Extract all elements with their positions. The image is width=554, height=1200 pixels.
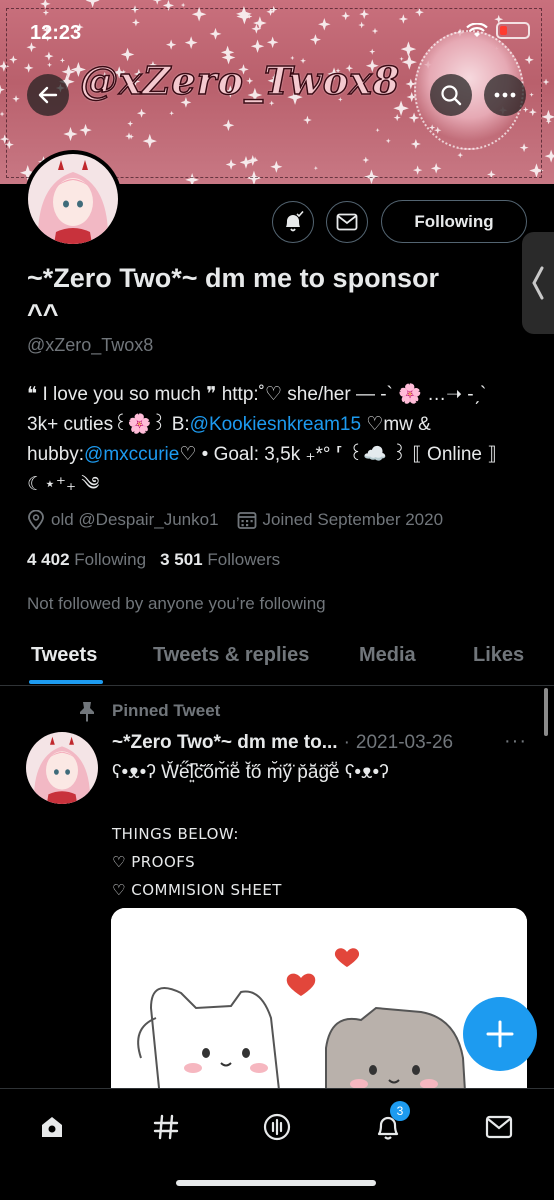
tweet-text: ʕ•ᴥ•ʔ W̆̈e̋͂l͍͆c̈̆őm̆̈ě̈ t̆̈ő m̆̈y̋̈ p̆ă… [112, 762, 389, 783]
tweet-author[interactable]: ~*Zero Two*~ dm me to... [112, 732, 338, 754]
tweet-list: THINGS BELOW: ♡ PROOFS ♡ COMMISION SHEET [112, 820, 282, 904]
bio-mention-link[interactable]: @Kookiesnkream15 [190, 414, 361, 435]
following-button[interactable]: Following [381, 200, 527, 243]
location-text: old @Despair_Junko1 [51, 510, 219, 529]
avatar-image [28, 154, 118, 244]
more-dots-icon [494, 92, 516, 98]
tweet-more-button[interactable]: ··· [504, 730, 527, 753]
wifi-icon [466, 22, 488, 37]
following-count: 4 402 [27, 550, 70, 569]
nav-spaces[interactable] [257, 1107, 297, 1147]
nav-home[interactable] [32, 1107, 72, 1147]
bell-check-icon [286, 211, 304, 232]
scrollbar[interactable] [544, 688, 548, 736]
profile-bio: ❝ I love you so much ❞ http:˚♡ she/her —… [27, 380, 517, 500]
sparkle [0, 111, 5, 117]
status-icons [466, 22, 530, 39]
home-icon [42, 1117, 62, 1137]
not-followed-note: Not followed by anyone you’re following [27, 594, 326, 613]
pinned-label-row: Pinned Tweet [76, 700, 220, 722]
tweet-avatar[interactable] [26, 732, 98, 804]
tweet-line: THINGS BELOW: [112, 825, 239, 843]
sparkle [0, 84, 5, 95]
bio-mention-link[interactable]: @mxccurie [84, 444, 179, 465]
sparkle [542, 78, 550, 86]
mail-icon [485, 1115, 513, 1139]
display-name: ~*Zero Two*~ dm me to sponsor ^^ [27, 263, 440, 329]
active-tab-indicator [29, 680, 103, 684]
location-item: old @Despair_Junko1 [27, 510, 219, 530]
followers-label: Followers [207, 550, 281, 569]
chevron-left-icon [532, 266, 544, 300]
tab-tweets[interactable]: Tweets [31, 644, 97, 667]
tweet-media-image[interactable] [111, 908, 527, 1108]
cats-illustration [111, 908, 527, 1108]
pinned-label: Pinned Tweet [112, 701, 221, 720]
sparkle [152, 0, 162, 5]
following-label: Following [74, 550, 147, 569]
plus-icon [486, 1020, 514, 1048]
profile-tabs: Tweets Tweets & replies Media Likes [0, 628, 554, 686]
tweet-line: ♡ PROOFS [112, 853, 196, 871]
battery-icon [496, 22, 530, 39]
banner-title: @xZero_Twox8 [79, 57, 401, 104]
search-button[interactable] [430, 74, 472, 116]
tab-likes[interactable]: Likes [473, 644, 524, 667]
home-indicator [176, 1180, 376, 1186]
sparkle [544, 149, 554, 163]
status-time: 12:23 [30, 22, 82, 44]
nav-notifications[interactable]: 3 [368, 1101, 410, 1147]
pin-icon [80, 702, 94, 722]
joined-text: Joined September 2020 [262, 510, 444, 529]
sparkle [545, 118, 552, 125]
spaces-icon [263, 1113, 291, 1141]
joined-item: Joined September 2020 [237, 510, 444, 530]
more-button[interactable] [484, 74, 526, 116]
profile-meta: old @Despair_Junko1 Joined September 202… [27, 510, 455, 530]
nav-messages[interactable] [479, 1107, 519, 1147]
calendar-icon [237, 512, 256, 529]
sparkle [85, 0, 100, 8]
search-icon [441, 85, 462, 106]
tab-media[interactable]: Media [359, 644, 416, 667]
follow-stats: 4 402 Following 3 501 Followers [27, 550, 280, 570]
profile-avatar[interactable] [24, 150, 122, 248]
following-stat[interactable]: 4 402 Following [27, 550, 146, 570]
hashtag-icon [153, 1114, 179, 1140]
notification-badge: 3 [390, 1101, 410, 1121]
sparkle [180, 2, 186, 8]
tweet-line: ♡ COMMISION SHEET [112, 881, 282, 899]
nav-explore[interactable] [146, 1107, 186, 1147]
arrow-left-icon [38, 86, 58, 104]
tab-tweets-replies[interactable]: Tweets & replies [153, 644, 309, 667]
tweet-separator: · [343, 732, 350, 753]
tweet-header: ~*Zero Two*~ dm me to... · 2021-03-26 [112, 732, 532, 754]
message-button[interactable] [326, 201, 368, 243]
profile-handle: @xZero_Twox8 [27, 335, 154, 355]
side-panel-handle[interactable] [522, 232, 554, 334]
tweet-date[interactable]: 2021-03-26 [356, 732, 453, 754]
avatar-image [26, 732, 98, 804]
followers-count: 3 501 [160, 550, 203, 569]
notifications-toggle-button[interactable] [272, 201, 314, 243]
mail-icon [336, 213, 358, 231]
back-button[interactable] [27, 74, 69, 116]
compose-tweet-button[interactable] [463, 997, 537, 1071]
followers-stat[interactable]: 3 501 Followers [160, 550, 280, 570]
location-pin-icon [28, 510, 44, 530]
